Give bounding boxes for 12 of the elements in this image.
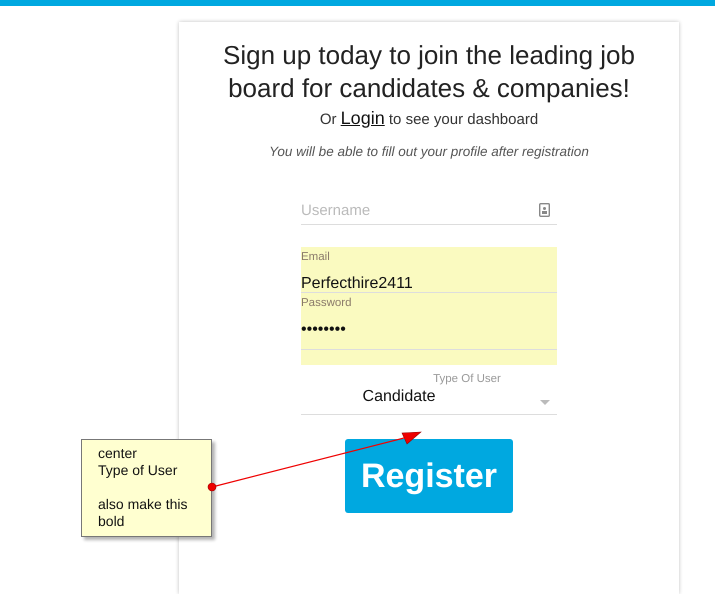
password-field[interactable]: •••••••• [301,320,557,340]
registration-note: You will be able to fill out your profile after registration [268,144,590,159]
field-label: Email [301,250,331,264]
email-field[interactable]: Perfecthire2411 [301,274,557,294]
page-heading: Sign up today to join the leading job board for candidates & companies! [222,39,636,105]
user-type-select[interactable]: Candidate [362,387,436,407]
login-prompt-suffix: to see your dashboard [388,111,538,128]
note-text: center Type of User also make this bold [98,445,188,530]
login-link[interactable]: Login [340,108,385,128]
field-label: Type Of User [433,372,501,386]
login-prompt: Or [320,111,336,128]
field-label: Password [301,296,352,310]
